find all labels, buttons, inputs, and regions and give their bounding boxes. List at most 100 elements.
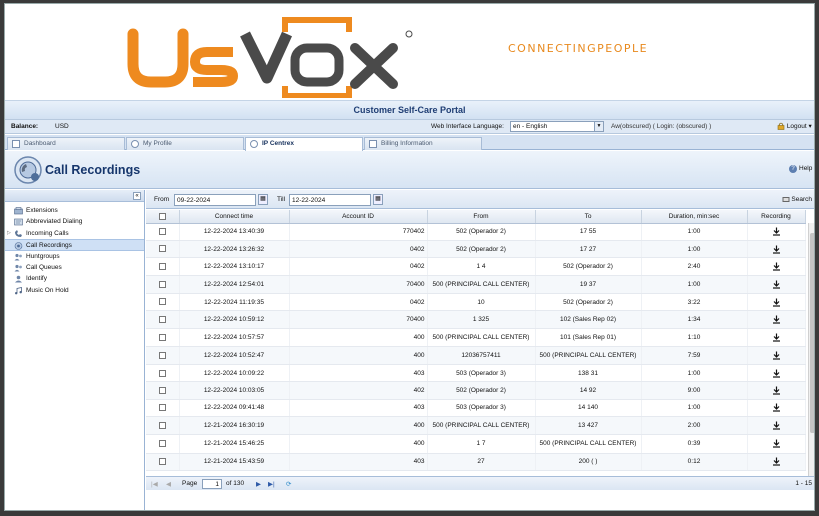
last-page-icon[interactable]: ▶|: [268, 480, 275, 488]
tab-dashboard[interactable]: Dashboard: [7, 137, 125, 150]
row-checkbox-cell[interactable]: [146, 223, 180, 241]
row-checkbox[interactable]: [158, 333, 166, 341]
row-checkbox[interactable]: [158, 386, 166, 394]
download-icon[interactable]: [772, 280, 781, 289]
recording-cell[interactable]: [747, 434, 806, 454]
first-page-icon[interactable]: |◀: [151, 480, 158, 488]
row-checkbox-cell[interactable]: [146, 364, 180, 383]
sidebar-item-incoming-calls[interactable]: ▷ Incoming Calls: [5, 228, 144, 239]
download-icon[interactable]: [772, 227, 781, 236]
help-button[interactable]: ? Help: [789, 165, 812, 173]
recording-cell[interactable]: [747, 223, 806, 241]
column-header[interactable]: Connect time: [179, 210, 290, 224]
download-icon[interactable]: [772, 333, 781, 342]
row-checkbox[interactable]: [158, 228, 166, 236]
row-checkbox-cell[interactable]: [146, 453, 180, 471]
column-header[interactable]: From: [427, 210, 536, 224]
page-number-input[interactable]: 1: [202, 479, 222, 489]
sidebar-item-huntgroups[interactable]: Huntgroups: [5, 251, 144, 262]
refresh-icon[interactable]: ⟳: [286, 480, 291, 488]
recording-cell[interactable]: [747, 399, 806, 418]
table-row[interactable]: 12-22-2024 11:19:35 0402 10 502 (Operador …: [146, 293, 806, 312]
download-icon[interactable]: [772, 457, 781, 466]
row-checkbox-cell[interactable]: [146, 275, 180, 294]
chevron-down-icon[interactable]: ▼: [594, 122, 603, 131]
download-icon[interactable]: [772, 403, 781, 413]
logout-button[interactable]: Logout ▾: [777, 122, 812, 131]
column-header[interactable]: Recording: [747, 210, 806, 224]
recording-cell[interactable]: [747, 364, 806, 383]
download-icon[interactable]: [772, 369, 781, 378]
search-button[interactable]: Search: [782, 196, 812, 203]
download-icon[interactable]: [772, 298, 781, 307]
table-row[interactable]: 12-21-2024 15:46:25 400 1 7 500 (PRINCIPAL …: [146, 434, 806, 454]
calendar-icon[interactable]: ▦: [258, 194, 268, 205]
expand-icon[interactable]: ▷: [7, 228, 11, 239]
sidebar-item-identify[interactable]: Identify: [5, 273, 144, 284]
row-checkbox[interactable]: [158, 315, 166, 323]
sidebar-item-extensions[interactable]: Extensions: [5, 205, 144, 216]
row-checkbox-cell[interactable]: [146, 399, 180, 418]
recording-cell[interactable]: [747, 257, 806, 276]
row-checkbox-cell[interactable]: [146, 328, 180, 347]
download-icon[interactable]: [772, 245, 781, 254]
recording-cell[interactable]: [747, 381, 806, 400]
download-icon[interactable]: [772, 262, 781, 271]
recording-cell[interactable]: [747, 240, 806, 259]
row-checkbox-cell[interactable]: [146, 257, 180, 276]
table-row[interactable]: 12-21-2024 15:43:59 403 27 200 ( ) 0:12: [146, 453, 806, 471]
table-row[interactable]: 12-22-2024 10:03:05 402 502 (Operador 2) 14…: [146, 381, 806, 400]
recording-cell[interactable]: [747, 275, 806, 294]
recording-cell[interactable]: [747, 328, 806, 347]
row-checkbox[interactable]: [158, 262, 166, 270]
row-checkbox-cell[interactable]: [146, 240, 180, 259]
select-all-header[interactable]: [146, 210, 180, 224]
language-select[interactable]: en - English ▼: [510, 121, 604, 132]
row-checkbox[interactable]: [158, 280, 166, 288]
sidebar-item-call-recordings[interactable]: Call Recordings: [5, 239, 144, 251]
row-checkbox[interactable]: [158, 369, 166, 377]
row-checkbox[interactable]: [158, 440, 166, 448]
download-icon[interactable]: [772, 351, 781, 360]
row-checkbox-cell[interactable]: [146, 434, 180, 454]
table-row[interactable]: 12-22-2024 12:54:01 70400 500 (PRINCIPAL C…: [146, 275, 806, 294]
table-row[interactable]: 12-22-2024 13:10:17 0402 1 4 502 (Operador …: [146, 257, 806, 276]
calendar-icon[interactable]: ▦: [373, 194, 383, 205]
recording-cell[interactable]: [747, 346, 806, 366]
recording-cell[interactable]: [747, 310, 806, 329]
row-checkbox-cell[interactable]: [146, 346, 180, 366]
download-icon[interactable]: [772, 421, 781, 430]
sidebar-item-call-queues[interactable]: Call Queues: [5, 262, 144, 273]
recording-cell[interactable]: [747, 453, 806, 471]
recording-cell[interactable]: [747, 416, 806, 436]
column-header[interactable]: To: [535, 210, 642, 224]
vertical-scrollbar[interactable]: [808, 223, 814, 476]
table-row[interactable]: 12-22-2024 09:41:48 403 503 (Operador 3) 14…: [146, 399, 806, 418]
recording-cell[interactable]: [747, 293, 806, 312]
table-row[interactable]: 12-22-2024 10:09:22 403 503 (Operador 3) 13…: [146, 364, 806, 383]
download-icon[interactable]: [772, 386, 781, 395]
table-row[interactable]: 12-22-2024 10:59:12 70400 1 325 102 (Sales …: [146, 310, 806, 329]
download-icon[interactable]: [772, 439, 781, 449]
download-icon[interactable]: [772, 315, 781, 324]
till-date-input[interactable]: 12-22-2024: [289, 194, 371, 206]
tab-my-profile[interactable]: My Profile: [126, 137, 244, 150]
tab-ip-centrex[interactable]: IP Centrex: [245, 137, 363, 151]
tab-billing-information[interactable]: Billing Information: [364, 137, 482, 150]
row-checkbox[interactable]: [158, 298, 166, 306]
row-checkbox-cell[interactable]: [146, 293, 180, 312]
select-all-checkbox[interactable]: [158, 212, 166, 220]
prev-page-icon[interactable]: ◀: [166, 480, 171, 488]
sidebar-item-abbreviated-dialing[interactable]: Abbreviated Dialing: [5, 216, 144, 227]
column-header[interactable]: Duration, min:sec: [641, 210, 748, 224]
table-row[interactable]: 12-22-2024 10:57:57 400 500 (PRINCIPAL CAL…: [146, 328, 806, 347]
table-row[interactable]: 12-22-2024 10:52:47 400 12036757411 500 (PR…: [146, 346, 806, 366]
table-row[interactable]: 12-21-2024 16:30:19 400 500 (PRINCIPAL CAL…: [146, 416, 806, 436]
sidebar-item-music-on-hold[interactable]: Music On Hold: [5, 285, 144, 296]
table-row[interactable]: 12-22-2024 13:26:32 0402 502 (Operador 2) 1…: [146, 240, 806, 259]
row-checkbox-cell[interactable]: [146, 381, 180, 400]
row-checkbox[interactable]: [158, 351, 166, 359]
row-checkbox[interactable]: [158, 458, 166, 466]
from-date-input[interactable]: 09-22-2024: [174, 194, 256, 206]
table-row[interactable]: 12-22-2024 13:40:39 770402 502 (Operador 2…: [146, 223, 806, 241]
